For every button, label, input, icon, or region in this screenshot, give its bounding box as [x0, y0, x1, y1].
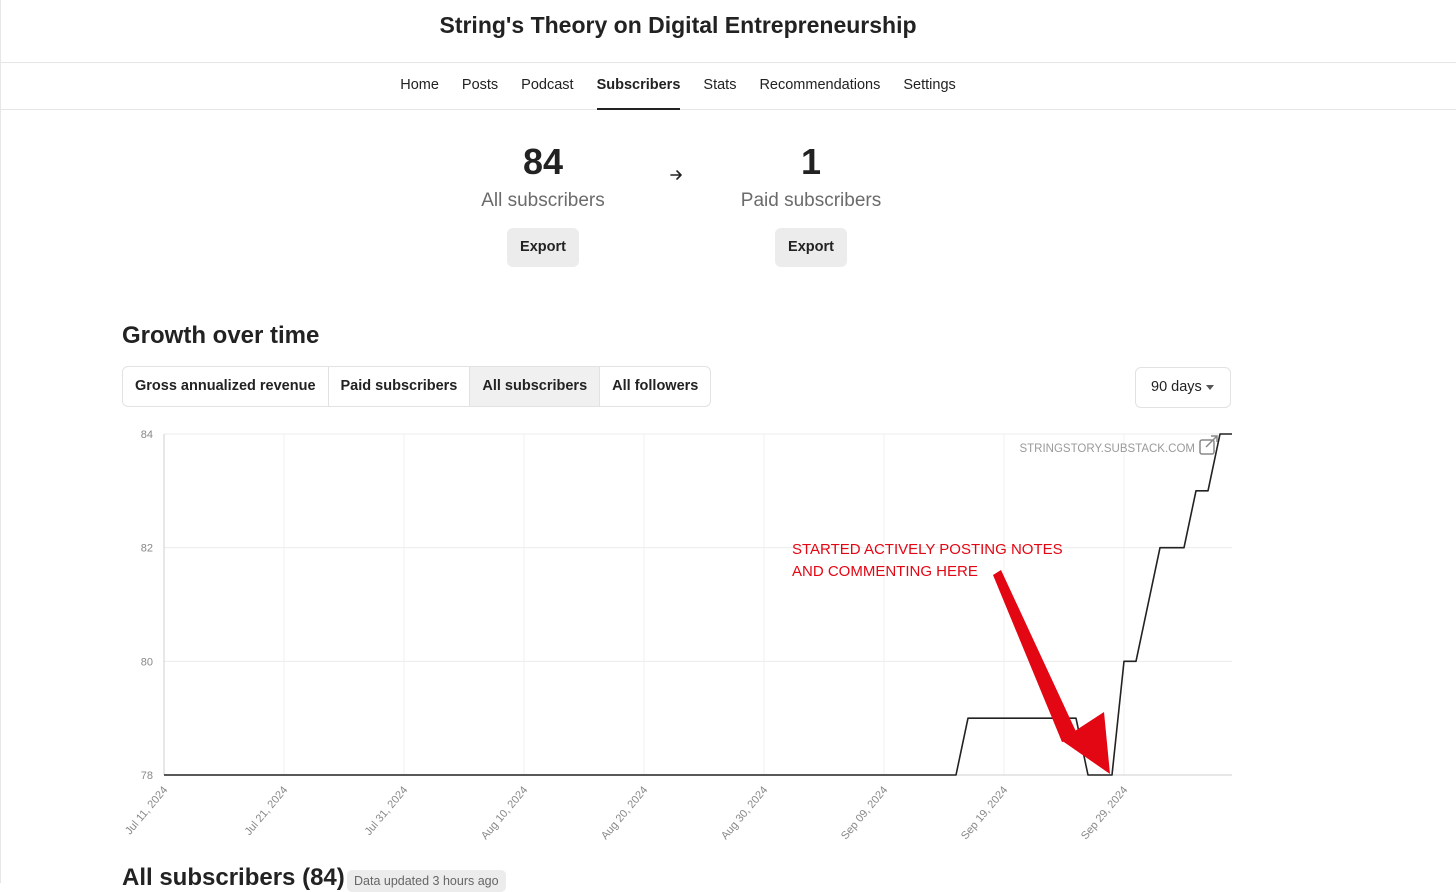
- x-tick-label: Jul 11, 2024: [123, 784, 170, 837]
- y-tick-label: 78: [141, 770, 153, 782]
- x-tick-label: Aug 10, 2024: [479, 784, 530, 842]
- data-updated-badge: Data updated 3 hours ago: [347, 870, 506, 892]
- x-tick-label: Aug 30, 2024: [719, 784, 770, 842]
- x-tick-label: Sep 29, 2024: [1079, 784, 1130, 842]
- subscribers-section-title: All subscribers (84): [122, 864, 345, 891]
- y-tick-label: 82: [141, 543, 153, 555]
- growth-chart: 78 80 82 84 Jul 11, 2024 Jul 21, 2024 Jul 31, …: [123, 429, 1232, 842]
- annotation-text: STARTED ACTIVELY POSTING NOTES: [792, 541, 1063, 558]
- x-tick-label: Sep 09, 2024: [839, 784, 890, 842]
- x-tick-label: Sep 19, 2024: [959, 784, 1010, 842]
- y-tick-label: 84: [141, 429, 153, 441]
- chart-watermark: STRINGSTORY.SUBSTACK.COM: [1019, 443, 1195, 455]
- external-link-icon: [1199, 435, 1218, 455]
- annotation-text: AND COMMENTING HERE: [792, 563, 978, 580]
- x-tick-label: Jul 31, 2024: [363, 784, 411, 838]
- annotation-arrow-shaft: [993, 570, 1079, 742]
- y-tick-label: 80: [141, 656, 153, 668]
- x-tick-label: Aug 20, 2024: [599, 784, 650, 842]
- x-tick-label: Jul 21, 2024: [243, 784, 291, 838]
